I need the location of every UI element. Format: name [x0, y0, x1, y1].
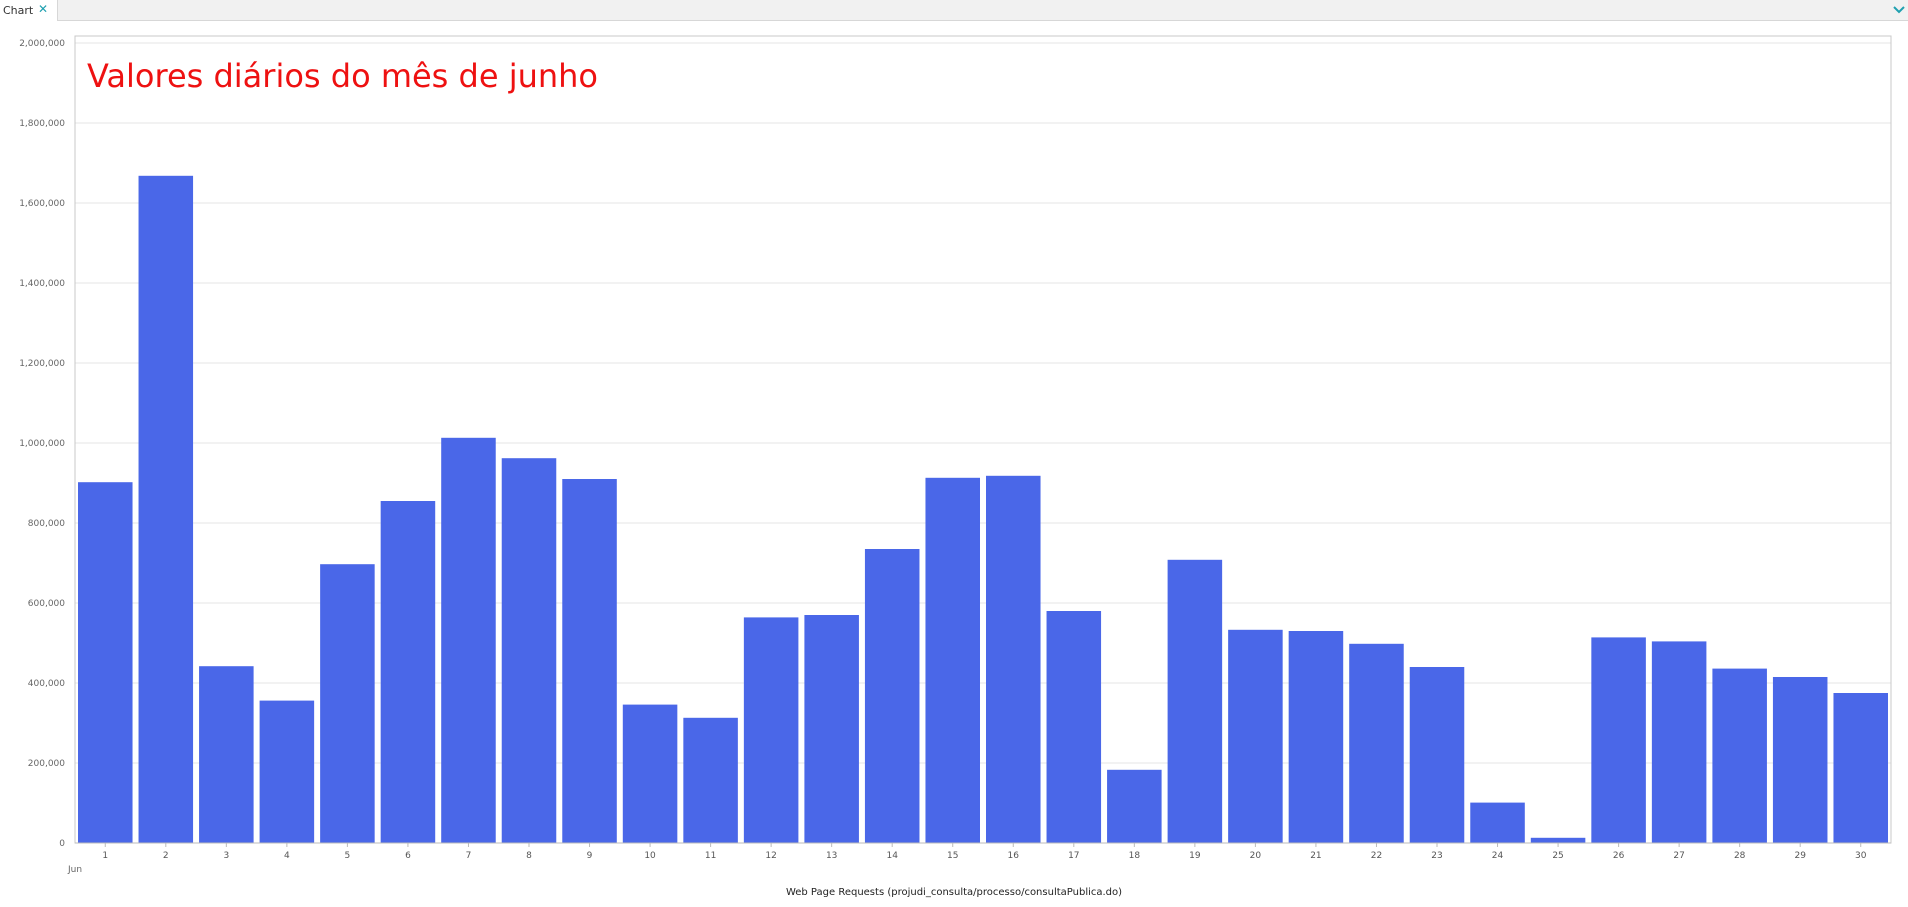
x-tick-label: 1 [102, 851, 108, 861]
y-tick-label: 1,400,000 [19, 279, 65, 289]
bar[interactable] [1107, 769, 1162, 843]
x-tick-label: 21 [1310, 851, 1321, 861]
bar[interactable] [683, 717, 738, 843]
bar[interactable] [1167, 559, 1223, 843]
x-tick-label: 5 [345, 851, 351, 861]
y-tick-label: 1,000,000 [19, 439, 65, 449]
x-tick-label: 28 [1734, 851, 1746, 861]
x-tick-label: 29 [1794, 851, 1806, 861]
bar[interactable] [78, 482, 133, 843]
bar[interactable] [804, 615, 859, 843]
bar[interactable] [1228, 629, 1283, 843]
x-tick-label: 9 [587, 851, 593, 861]
bar[interactable] [1833, 693, 1888, 843]
x-tick-label: 30 [1855, 851, 1867, 861]
bar[interactable] [259, 700, 315, 843]
y-tick-label: 800,000 [28, 519, 65, 529]
bar[interactable] [925, 477, 980, 843]
x-tick-label: 25 [1552, 851, 1563, 861]
close-icon[interactable]: ✕ [38, 2, 48, 16]
x-tick-label: 12 [765, 851, 776, 861]
tab-chart[interactable]: Chart ✕ [0, 0, 58, 21]
y-tick-label: 600,000 [28, 599, 65, 609]
bar[interactable] [1591, 637, 1646, 843]
chart-title: Valores diários do mês de junho [87, 57, 598, 95]
bar[interactable] [138, 175, 194, 844]
x-tick-label: 24 [1492, 851, 1504, 861]
y-tick-label: 0 [59, 839, 65, 849]
bar[interactable] [1530, 837, 1586, 843]
bar[interactable] [441, 437, 496, 843]
bar[interactable] [1470, 802, 1525, 843]
x-tick-label: 13 [826, 851, 837, 861]
y-tick-label: 1,200,000 [19, 359, 65, 369]
x-tick-label: 16 [1008, 851, 1020, 861]
x-tick-label: 3 [223, 851, 229, 861]
bar[interactable] [501, 458, 557, 843]
y-tick-label: 200,000 [28, 759, 65, 769]
bar[interactable] [864, 549, 920, 843]
x-axis-label: Web Page Requests (projudi_consulta/proc… [786, 887, 1122, 898]
x-axis-ticks: 1 2 3 4 5 6 7 8 9 10 11 12 13 14 15 16 17 18 19 20 21 22 23 24 2… [75, 842, 1891, 861]
x-period-label: Jun [67, 865, 82, 875]
x-tick-label: 8 [526, 851, 532, 861]
x-tick-label: 7 [466, 851, 472, 861]
x-tick-label: 17 [1068, 851, 1079, 861]
y-tick-label: 1,600,000 [19, 199, 65, 209]
x-tick-label: 19 [1189, 851, 1201, 861]
tab-chart-label: Chart [3, 4, 34, 17]
x-tick-label: 6 [405, 851, 411, 861]
bar[interactable] [1288, 631, 1344, 843]
bar[interactable] [1046, 611, 1102, 843]
bar[interactable] [562, 479, 617, 843]
bar[interactable] [1651, 641, 1707, 843]
x-tick-label: 11 [705, 851, 716, 861]
x-tick-label: 10 [644, 851, 656, 861]
x-tick-label: 18 [1129, 851, 1141, 861]
y-tick-label: 400,000 [28, 679, 65, 689]
x-tick-label: 20 [1250, 851, 1262, 861]
chevron-down-icon[interactable] [1892, 2, 1906, 16]
bar[interactable] [1409, 667, 1465, 843]
x-tick-label: 15 [947, 851, 958, 861]
bar[interactable] [986, 475, 1041, 843]
bar[interactable] [622, 704, 678, 843]
bars [78, 175, 1888, 844]
y-axis-ticks: 0 200,000 400,000 600,000 800,000 1,000,000 1,… [19, 39, 65, 849]
bar[interactable] [743, 617, 799, 843]
x-tick-label: 26 [1613, 851, 1625, 861]
y-tick-label: 2,000,000 [19, 39, 65, 49]
x-tick-label: 27 [1673, 851, 1684, 861]
bar[interactable] [320, 564, 375, 843]
x-tick-label: 14 [886, 851, 898, 861]
bar[interactable] [199, 666, 254, 843]
bar-chart: 0 200,000 400,000 600,000 800,000 1,000,000 1,… [19, 35, 1892, 898]
x-tick-label: 4 [284, 851, 290, 861]
tab-bar: Chart ✕ [0, 0, 1908, 21]
x-tick-label: 23 [1431, 851, 1442, 861]
x-tick-label: 22 [1371, 851, 1382, 861]
bar[interactable] [380, 501, 436, 843]
bar[interactable] [1712, 668, 1767, 843]
bar[interactable] [1772, 677, 1828, 843]
x-tick-label: 2 [163, 851, 169, 861]
bar[interactable] [1349, 643, 1404, 843]
y-tick-label: 1,800,000 [19, 119, 65, 129]
